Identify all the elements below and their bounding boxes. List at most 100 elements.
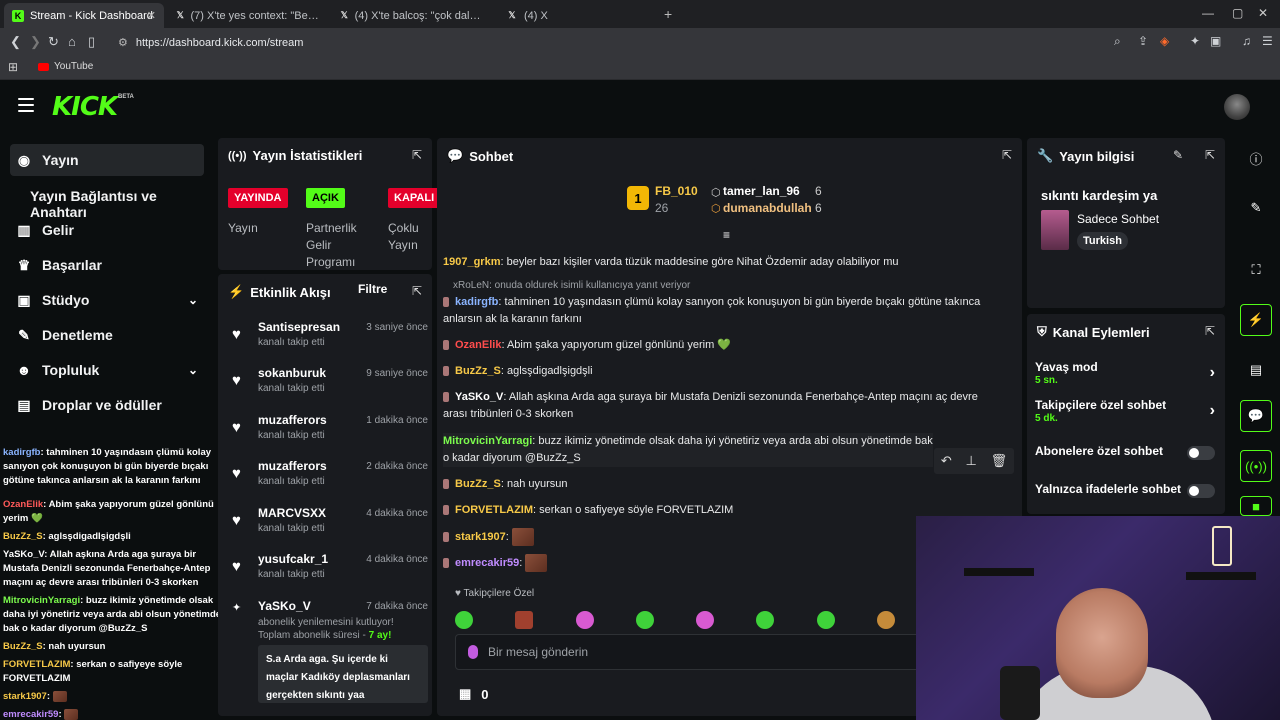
chat-username[interactable]: 1907_grkm	[443, 256, 501, 268]
chat-username[interactable]: BuzZz_S	[455, 478, 501, 490]
chat-username[interactable]: YaSKo_V	[455, 391, 503, 403]
apps-grid-icon[interactable]: ⊞	[8, 60, 18, 74]
tab-x-3[interactable]: 𝕏 (4) X	[498, 3, 658, 28]
emote-button[interactable]	[575, 611, 594, 629]
user-avatar[interactable]	[1224, 94, 1250, 120]
gifter-name[interactable]: dumanabdullah	[723, 201, 812, 215]
pinned-toggle-icon[interactable]: ≡	[723, 228, 730, 242]
chat-username[interactable]: emrecakir59	[455, 557, 519, 569]
sidebar-item-topluluk[interactable]: ☻ Topluluk ⌄	[10, 354, 204, 386]
window-close-icon[interactable]: ✕	[1258, 6, 1268, 20]
sidebar-item-studyo[interactable]: ▣ Stüdyo ⌄	[10, 284, 204, 316]
followers-only-row[interactable]: Takipçilere özel sohbet 5 dk. ›	[1035, 398, 1215, 426]
microphone-icon[interactable]	[468, 645, 478, 659]
activity-user[interactable]: muzafferors	[258, 459, 327, 473]
emote-button[interactable]	[455, 611, 473, 629]
chevron-right-icon[interactable]: ›	[1210, 364, 1215, 382]
filter-button[interactable]: Filtre	[358, 282, 387, 296]
activity-user[interactable]: MARCVSXX	[258, 506, 326, 520]
document-icon[interactable]: ▤	[1240, 354, 1272, 386]
camera-icon[interactable]: ■	[1240, 496, 1272, 516]
chat-username[interactable]: kadirgfb	[455, 296, 498, 308]
sidebar-item-basarilar[interactable]: ♛ Başarılar	[10, 249, 204, 281]
forward-icon[interactable]: ❯	[30, 34, 41, 50]
store-button[interactable]: ▦ 0	[459, 686, 489, 702]
tab-x-2[interactable]: 𝕏 (4) X'te balcoş: "çok dalgalı tsunami …	[332, 3, 494, 28]
sidebar-item-yayin[interactable]: ◉ Yayın	[10, 144, 204, 176]
sidebar-item-label: Yayın	[42, 152, 79, 168]
activity-user[interactable]: muzafferors	[258, 413, 327, 427]
home-icon[interactable]: ⌂	[68, 34, 76, 49]
info-icon[interactable]: ⓘ	[1240, 142, 1272, 174]
emote-button[interactable]	[876, 611, 895, 629]
chat-username[interactable]: OzanElik	[455, 339, 501, 351]
share-icon[interactable]: ⇪	[1138, 34, 1148, 48]
popout-icon[interactable]: ⇱	[412, 284, 422, 298]
new-tab-icon[interactable]: +	[664, 6, 672, 22]
chat-input[interactable]: Bir mesaj gönderin	[455, 634, 975, 670]
pin-icon[interactable]: ⊥	[966, 453, 977, 469]
emote-button[interactable]	[696, 611, 715, 629]
back-icon[interactable]: ❮	[10, 34, 21, 50]
wallet-icon[interactable]: ▣	[1210, 34, 1221, 48]
menu-icon[interactable]: ☰	[1262, 34, 1273, 48]
sidebar-item-gelir[interactable]: ▥ Gelir	[10, 214, 204, 246]
gift-icon: ⬡	[711, 187, 721, 199]
popout-icon[interactable]: ⇱	[1002, 148, 1012, 162]
subs-only-toggle[interactable]	[1187, 446, 1215, 460]
lightning-icon[interactable]: ⚡	[1240, 304, 1272, 336]
address-bar[interactable]: ⚙ https://dashboard.kick.com/stream	[110, 32, 1160, 53]
emote-button[interactable]	[635, 611, 654, 629]
chat-text: : tahminen 10 yaşındasın çlümü kolay san…	[443, 296, 981, 325]
popout-icon[interactable]: ⇱	[1205, 148, 1215, 162]
edit-icon[interactable]: ✎	[1240, 192, 1272, 224]
popout-icon[interactable]: ⇱	[412, 148, 422, 162]
slow-mode-row[interactable]: Yavaş mod 5 sn. ›	[1035, 360, 1215, 388]
screen-icon[interactable]: ⛶	[1240, 254, 1272, 286]
emote-button[interactable]	[816, 611, 835, 629]
chat-username[interactable]: FORVETLAZIM	[455, 504, 533, 516]
gifter-name[interactable]: tamer_lan_96	[723, 184, 800, 198]
media-icon[interactable]: ♫	[1242, 34, 1251, 48]
delete-icon[interactable]: 🗑	[991, 453, 1008, 469]
chat-username[interactable]: MitrovicinYarragi	[443, 435, 532, 447]
followers-only-value: 5 dk.	[1035, 413, 1058, 424]
tab-kick-dashboard[interactable]: K Stream - Kick Dashboard ✕	[4, 3, 164, 28]
emotes-only-toggle[interactable]	[1187, 484, 1215, 498]
maximize-icon[interactable]: ▢	[1232, 6, 1243, 20]
gifter-name[interactable]: FB_010	[655, 184, 698, 198]
site-info-icon[interactable]: ⚙	[118, 36, 128, 49]
sidebar-item-droplar[interactable]: ▤ Droplar ve ödüller	[10, 389, 204, 421]
browser-navbar: ❮ ❯ ↻ ⌂ ▯ ⚙ https://dashboard.kick.com/s…	[0, 28, 1280, 56]
minimize-icon[interactable]: —	[1202, 6, 1214, 20]
bookmark-youtube[interactable]: YouTube	[38, 61, 93, 72]
emote-button[interactable]	[515, 611, 534, 629]
kick-logo[interactable]: KICK	[52, 92, 118, 122]
tab-x-1[interactable]: 𝕏 (7) X'te yes context: "Beşiktaş taraft…	[168, 3, 328, 28]
close-icon[interactable]: ✕	[147, 9, 156, 22]
chevron-down-icon[interactable]: ⌄	[188, 363, 198, 377]
popout-icon[interactable]: ⇱	[1205, 324, 1215, 338]
chat-username[interactable]: BuzZz_S	[455, 365, 501, 377]
broadcast-icon[interactable]: ((•))	[1240, 450, 1272, 482]
bookmark-icon[interactable]: ▯	[88, 34, 95, 50]
edit-icon[interactable]: ✎	[1173, 148, 1183, 162]
activity-user[interactable]: YaSKo_V	[258, 599, 311, 613]
reply-icon[interactable]: ↶	[941, 453, 952, 469]
activity-user[interactable]: yusufcakr_1	[258, 552, 328, 566]
sidebar-item-denetleme[interactable]: ✎ Denetleme	[10, 319, 204, 351]
activity-user[interactable]: Santisepresan	[258, 320, 340, 334]
zoom-icon[interactable]: ⌕	[1114, 34, 1121, 49]
reload-icon[interactable]: ↻	[48, 34, 59, 50]
extensions-icon[interactable]: ✦	[1190, 34, 1200, 48]
chevron-down-icon[interactable]: ⌄	[188, 293, 198, 307]
brave-shield-icon[interactable]: ◈	[1160, 34, 1169, 48]
activity-user[interactable]: sokanburuk	[258, 366, 326, 380]
hamburger-menu-icon[interactable]	[18, 98, 34, 112]
heart-icon: ♥	[232, 558, 241, 575]
emote-button[interactable]	[756, 611, 775, 629]
chevron-right-icon[interactable]: ›	[1210, 402, 1215, 420]
chat-icon[interactable]: 💬	[1240, 400, 1272, 432]
category-name[interactable]: Sadece Sohbet	[1077, 212, 1159, 226]
chat-username[interactable]: stark1907	[455, 531, 506, 543]
